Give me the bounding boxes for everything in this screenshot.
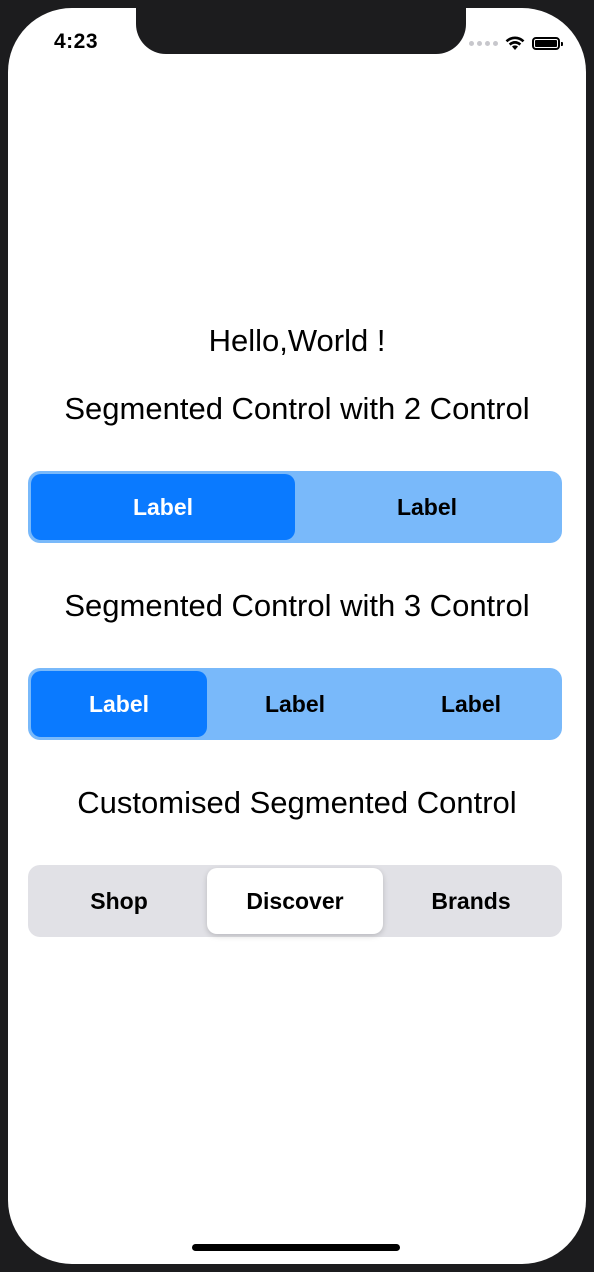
home-indicator[interactable]	[192, 1244, 400, 1251]
segment-2-option-1[interactable]: Label	[31, 474, 295, 540]
segment-brands[interactable]: Brands	[383, 868, 559, 934]
segment-2-option-2[interactable]: Label	[295, 474, 559, 540]
segment-3-option-1[interactable]: Label	[31, 671, 207, 737]
cellular-signal-icon	[469, 40, 498, 46]
custom-segmented-control: Shop Discover Brands	[28, 865, 562, 937]
app-screen: 4:23 Hello,World ! Segmented Control wit…	[8, 8, 586, 1264]
segment-discover[interactable]: Discover	[207, 868, 383, 934]
segment-3-option-3[interactable]: Label	[383, 671, 559, 737]
status-time: 4:23	[54, 30, 99, 53]
status-indicators	[469, 33, 563, 53]
device-notch	[136, 8, 466, 54]
device-frame: 4:23 Hello,World ! Segmented Control wit…	[0, 0, 594, 1272]
wifi-icon	[505, 36, 525, 50]
segmented-control-3: Label Label Label	[28, 668, 562, 740]
segment-3-option-2[interactable]: Label	[207, 671, 383, 737]
battery-icon	[532, 36, 563, 50]
segmented-control-2: Label Label	[28, 471, 562, 543]
hello-world-label: Hello,World !	[208, 323, 386, 358]
segmented-2-heading: Segmented Control with 2 Control	[64, 391, 530, 426]
segment-shop[interactable]: Shop	[31, 868, 207, 934]
segmented-3-heading: Segmented Control with 3 Control	[64, 588, 530, 623]
custom-segmented-heading: Customised Segmented Control	[77, 785, 517, 820]
